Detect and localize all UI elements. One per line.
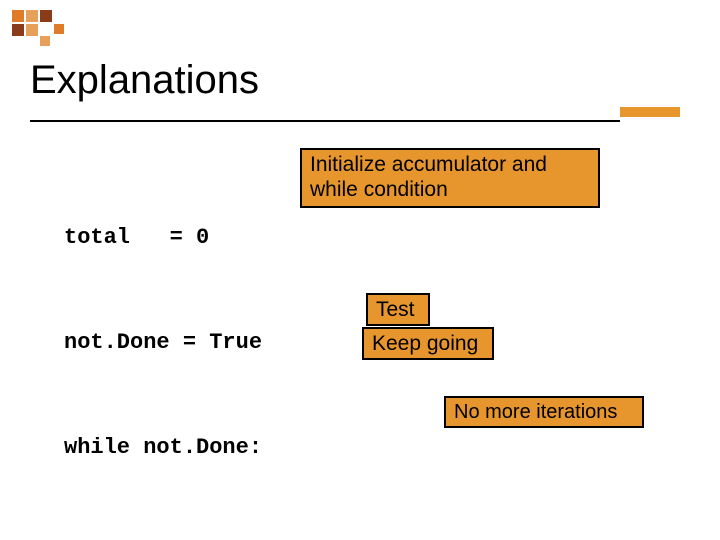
title-rule-accent — [620, 107, 680, 117]
callout-keep-going: Keep going — [362, 327, 494, 360]
code-line: while not.Done: — [64, 430, 680, 465]
callout-initialize: Initialize accumulator and while conditi… — [300, 148, 600, 208]
title-rule — [30, 120, 620, 122]
slide-title: Explanations — [30, 58, 259, 103]
callout-test: Test — [366, 293, 430, 326]
logo-icon — [12, 10, 68, 46]
slide: Explanations total = 0 not.Done = True w… — [0, 0, 720, 540]
callout-no-more: No more iterations — [444, 396, 644, 428]
code-line: total = 0 — [64, 220, 680, 255]
code-line: item = float(input("Enter amount: ")) — [64, 535, 680, 540]
